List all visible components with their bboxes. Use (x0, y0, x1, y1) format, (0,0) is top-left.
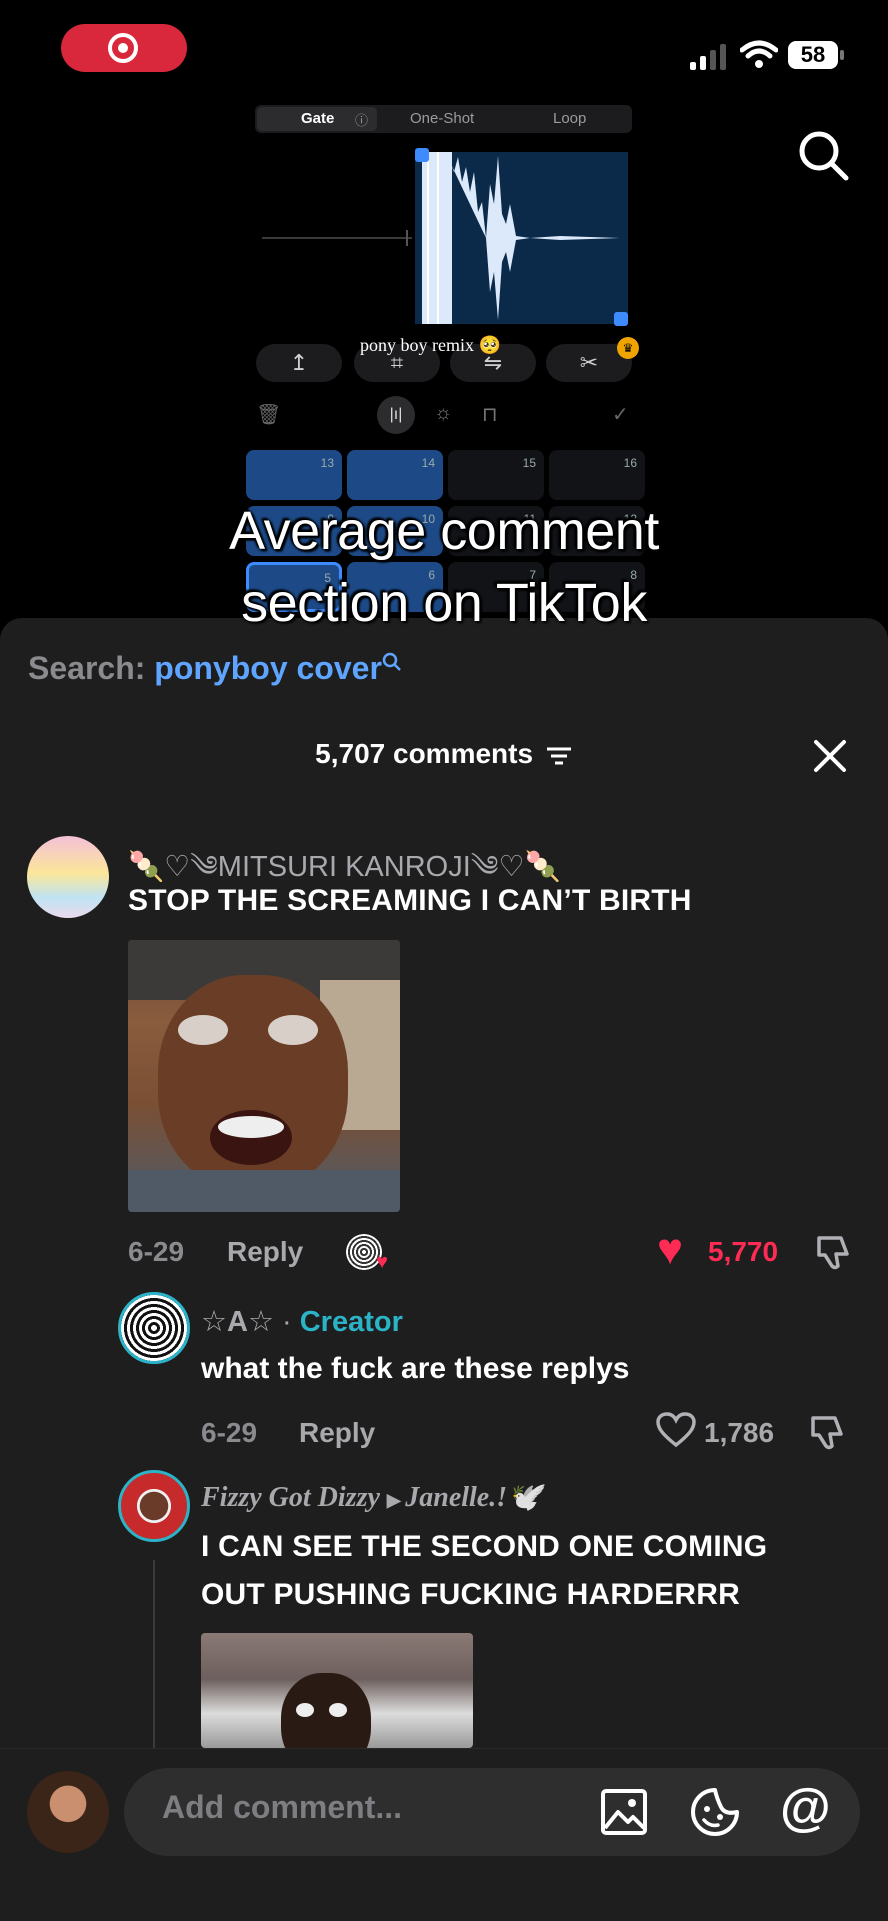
tab-loop: Loop (553, 110, 587, 127)
creator-liked-avatar: ♥ (346, 1234, 388, 1273)
reply-username[interactable]: Fizzy Got Dizzy (201, 1482, 380, 1513)
thread-connector (153, 1560, 155, 1750)
dislike-icon[interactable] (808, 1414, 846, 1452)
avatar[interactable] (118, 1292, 190, 1364)
like-count: 1,786 (704, 1417, 775, 1448)
reply-text-line-2: OUT PUSHING FUCKING HARDERRR (201, 1578, 740, 1611)
comment-text: STOP THE SCREAMING I CAN’T BIRTH (128, 884, 692, 917)
reply-to-arrow-icon: ▶ (386, 1490, 406, 1510)
comment-image-face[interactable] (128, 940, 400, 1212)
sampler-mode-tabs: Gate ⓘ One-Shot Loop (255, 105, 632, 133)
search-suggestion[interactable]: Search: ponyboy cover (28, 650, 402, 687)
target-app-pill[interactable] (61, 24, 187, 72)
end-handle (614, 312, 628, 326)
image-icon[interactable] (600, 1788, 648, 1836)
battery-indicator: 58 (788, 41, 838, 69)
reply-button[interactable]: Reply (299, 1417, 375, 1449)
video-caption: pony boy remix 🥺 (360, 335, 501, 355)
paint-roller-icon: ⊓ (482, 404, 498, 426)
comment-date: 6-29 (128, 1236, 185, 1267)
reply-username[interactable]: ☆A☆ (201, 1306, 274, 1338)
brightness-icon: ☼ (434, 402, 453, 424)
reply-text: what the fuck are these replys (201, 1352, 630, 1385)
mention-icon[interactable]: @ (780, 1778, 831, 1838)
emoji-sticker-icon[interactable] (690, 1787, 740, 1837)
tab-gate: Gate (301, 110, 335, 127)
wifi-icon (740, 40, 778, 68)
pad: 16 (549, 450, 645, 500)
comment-image-face[interactable] (201, 1633, 473, 1748)
heart-filled-icon[interactable]: ♥ (657, 1226, 683, 1274)
reply-date: 6-29 (201, 1417, 258, 1448)
waveform-left (262, 230, 412, 246)
search-label: Search: (28, 650, 146, 686)
height-icon: ↥ (256, 344, 342, 382)
comments-count-header: 5,707 comments (0, 738, 888, 770)
start-handle (415, 148, 429, 162)
creator-badge: Creator (299, 1306, 403, 1338)
heart-outline-icon[interactable] (656, 1412, 696, 1448)
like-count: 5,770 (708, 1236, 779, 1267)
cellular-signal-icon (690, 42, 728, 70)
tab-one-shot: One-Shot (410, 110, 475, 127)
waveform (427, 152, 620, 324)
reply-header: ☆A☆ · Creator (201, 1306, 403, 1338)
dislike-icon[interactable] (814, 1234, 852, 1272)
close-icon[interactable] (812, 738, 848, 774)
pad: 14 (347, 450, 443, 500)
trash-icon: 🗑 (256, 404, 282, 426)
info-icon: ⓘ (355, 113, 369, 128)
my-avatar[interactable] (27, 1771, 109, 1853)
reply-to-username[interactable]: Janelle.!🕊️ (405, 1482, 542, 1513)
pad: 15 (448, 450, 544, 500)
search-query-link[interactable]: ponyboy cover (154, 650, 382, 686)
pad: 13 (246, 450, 342, 500)
checkmark-icon: ✓ (612, 404, 629, 426)
avatar[interactable] (118, 1470, 190, 1542)
search-icon[interactable] (796, 128, 852, 184)
reply-button[interactable]: Reply (227, 1236, 303, 1268)
sort-filter-icon[interactable] (545, 744, 573, 768)
reply-header: Fizzy Got Dizzy ▶ Janelle.!🕊️ (201, 1480, 542, 1514)
comment-input-placeholder: Add comment... (162, 1789, 403, 1825)
avatar[interactable] (27, 836, 109, 918)
reply-text-line-1: I CAN SEE THE SECOND ONE COMING (201, 1530, 768, 1563)
comments-count: 5,707 comments (315, 738, 534, 769)
audio-wave-icon: |ı| (377, 396, 415, 434)
heart-icon: ♥ (376, 1251, 388, 1273)
crown-icon: ♛ (617, 337, 639, 359)
search-icon (382, 652, 401, 671)
